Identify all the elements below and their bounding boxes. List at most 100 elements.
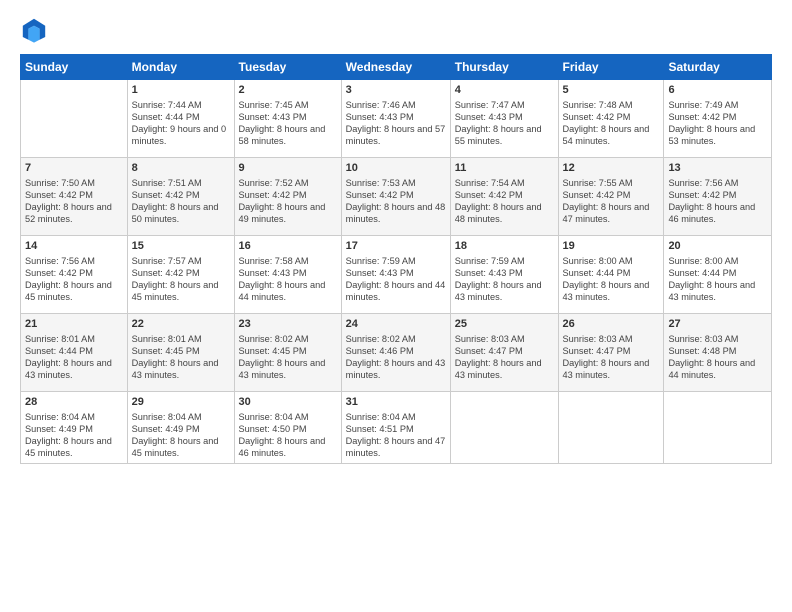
- day-number: 13: [668, 161, 767, 176]
- day-number: 1: [132, 83, 230, 98]
- day-number: 21: [25, 317, 123, 332]
- col-header-thursday: Thursday: [450, 55, 558, 80]
- calendar-cell: 1Sunrise: 7:44 AM Sunset: 4:44 PM Daylig…: [127, 80, 234, 158]
- col-header-saturday: Saturday: [664, 55, 772, 80]
- cell-data: Sunrise: 7:57 AM Sunset: 4:42 PM Dayligh…: [132, 255, 230, 304]
- day-number: 25: [455, 317, 554, 332]
- header-row: SundayMondayTuesdayWednesdayThursdayFrid…: [21, 55, 772, 80]
- day-number: 16: [239, 239, 337, 254]
- day-number: 4: [455, 83, 554, 98]
- day-number: 27: [668, 317, 767, 332]
- cell-data: Sunrise: 8:00 AM Sunset: 4:44 PM Dayligh…: [668, 255, 767, 304]
- week-row-2: 14Sunrise: 7:56 AM Sunset: 4:42 PM Dayli…: [21, 236, 772, 314]
- calendar-cell: 24Sunrise: 8:02 AM Sunset: 4:46 PM Dayli…: [341, 314, 450, 392]
- cell-data: Sunrise: 7:54 AM Sunset: 4:42 PM Dayligh…: [455, 177, 554, 226]
- cell-data: Sunrise: 7:58 AM Sunset: 4:43 PM Dayligh…: [239, 255, 337, 304]
- calendar-cell: 11Sunrise: 7:54 AM Sunset: 4:42 PM Dayli…: [450, 158, 558, 236]
- cell-data: Sunrise: 7:48 AM Sunset: 4:42 PM Dayligh…: [563, 99, 660, 148]
- cell-data: Sunrise: 7:53 AM Sunset: 4:42 PM Dayligh…: [346, 177, 446, 226]
- day-number: 23: [239, 317, 337, 332]
- calendar-cell: 19Sunrise: 8:00 AM Sunset: 4:44 PM Dayli…: [558, 236, 664, 314]
- calendar-cell: [558, 392, 664, 464]
- col-header-tuesday: Tuesday: [234, 55, 341, 80]
- day-number: 26: [563, 317, 660, 332]
- calendar-table: SundayMondayTuesdayWednesdayThursdayFrid…: [20, 54, 772, 464]
- cell-data: Sunrise: 8:02 AM Sunset: 4:45 PM Dayligh…: [239, 333, 337, 382]
- calendar-cell: 25Sunrise: 8:03 AM Sunset: 4:47 PM Dayli…: [450, 314, 558, 392]
- cell-data: Sunrise: 8:01 AM Sunset: 4:45 PM Dayligh…: [132, 333, 230, 382]
- day-number: 28: [25, 395, 123, 410]
- day-number: 29: [132, 395, 230, 410]
- cell-data: Sunrise: 8:04 AM Sunset: 4:49 PM Dayligh…: [25, 411, 123, 460]
- week-row-0: 1Sunrise: 7:44 AM Sunset: 4:44 PM Daylig…: [21, 80, 772, 158]
- day-number: 30: [239, 395, 337, 410]
- cell-data: Sunrise: 8:04 AM Sunset: 4:50 PM Dayligh…: [239, 411, 337, 460]
- cell-data: Sunrise: 8:04 AM Sunset: 4:49 PM Dayligh…: [132, 411, 230, 460]
- cell-data: Sunrise: 7:59 AM Sunset: 4:43 PM Dayligh…: [455, 255, 554, 304]
- calendar-cell: 21Sunrise: 8:01 AM Sunset: 4:44 PM Dayli…: [21, 314, 128, 392]
- calendar-cell: [21, 80, 128, 158]
- day-number: 7: [25, 161, 123, 176]
- cell-data: Sunrise: 7:55 AM Sunset: 4:42 PM Dayligh…: [563, 177, 660, 226]
- cell-data: Sunrise: 7:46 AM Sunset: 4:43 PM Dayligh…: [346, 99, 446, 148]
- cell-data: Sunrise: 7:59 AM Sunset: 4:43 PM Dayligh…: [346, 255, 446, 304]
- calendar-cell: 8Sunrise: 7:51 AM Sunset: 4:42 PM Daylig…: [127, 158, 234, 236]
- day-number: 24: [346, 317, 446, 332]
- day-number: 14: [25, 239, 123, 254]
- day-number: 9: [239, 161, 337, 176]
- day-number: 5: [563, 83, 660, 98]
- day-number: 19: [563, 239, 660, 254]
- calendar-cell: 16Sunrise: 7:58 AM Sunset: 4:43 PM Dayli…: [234, 236, 341, 314]
- calendar-cell: 10Sunrise: 7:53 AM Sunset: 4:42 PM Dayli…: [341, 158, 450, 236]
- calendar-cell: 22Sunrise: 8:01 AM Sunset: 4:45 PM Dayli…: [127, 314, 234, 392]
- cell-data: Sunrise: 7:49 AM Sunset: 4:42 PM Dayligh…: [668, 99, 767, 148]
- day-number: 6: [668, 83, 767, 98]
- cell-data: Sunrise: 8:04 AM Sunset: 4:51 PM Dayligh…: [346, 411, 446, 460]
- cell-data: Sunrise: 8:00 AM Sunset: 4:44 PM Dayligh…: [563, 255, 660, 304]
- cell-data: Sunrise: 7:44 AM Sunset: 4:44 PM Dayligh…: [132, 99, 230, 148]
- cell-data: Sunrise: 7:56 AM Sunset: 4:42 PM Dayligh…: [25, 255, 123, 304]
- page: SundayMondayTuesdayWednesdayThursdayFrid…: [0, 0, 792, 612]
- calendar-cell: 17Sunrise: 7:59 AM Sunset: 4:43 PM Dayli…: [341, 236, 450, 314]
- day-number: 22: [132, 317, 230, 332]
- calendar-cell: 27Sunrise: 8:03 AM Sunset: 4:48 PM Dayli…: [664, 314, 772, 392]
- day-number: 11: [455, 161, 554, 176]
- day-number: 18: [455, 239, 554, 254]
- cell-data: Sunrise: 8:02 AM Sunset: 4:46 PM Dayligh…: [346, 333, 446, 382]
- calendar-cell: 20Sunrise: 8:00 AM Sunset: 4:44 PM Dayli…: [664, 236, 772, 314]
- col-header-friday: Friday: [558, 55, 664, 80]
- cell-data: Sunrise: 8:03 AM Sunset: 4:47 PM Dayligh…: [563, 333, 660, 382]
- calendar-cell: [450, 392, 558, 464]
- day-number: 31: [346, 395, 446, 410]
- day-number: 8: [132, 161, 230, 176]
- calendar-cell: 2Sunrise: 7:45 AM Sunset: 4:43 PM Daylig…: [234, 80, 341, 158]
- cell-data: Sunrise: 8:03 AM Sunset: 4:48 PM Dayligh…: [668, 333, 767, 382]
- day-number: 12: [563, 161, 660, 176]
- day-number: 10: [346, 161, 446, 176]
- calendar-cell: 9Sunrise: 7:52 AM Sunset: 4:42 PM Daylig…: [234, 158, 341, 236]
- calendar-cell: [664, 392, 772, 464]
- cell-data: Sunrise: 7:47 AM Sunset: 4:43 PM Dayligh…: [455, 99, 554, 148]
- calendar-cell: 4Sunrise: 7:47 AM Sunset: 4:43 PM Daylig…: [450, 80, 558, 158]
- header: [20, 16, 772, 44]
- calendar-cell: 29Sunrise: 8:04 AM Sunset: 4:49 PM Dayli…: [127, 392, 234, 464]
- day-number: 3: [346, 83, 446, 98]
- calendar-cell: 7Sunrise: 7:50 AM Sunset: 4:42 PM Daylig…: [21, 158, 128, 236]
- calendar-cell: 3Sunrise: 7:46 AM Sunset: 4:43 PM Daylig…: [341, 80, 450, 158]
- day-number: 15: [132, 239, 230, 254]
- week-row-1: 7Sunrise: 7:50 AM Sunset: 4:42 PM Daylig…: [21, 158, 772, 236]
- week-row-4: 28Sunrise: 8:04 AM Sunset: 4:49 PM Dayli…: [21, 392, 772, 464]
- calendar-cell: 6Sunrise: 7:49 AM Sunset: 4:42 PM Daylig…: [664, 80, 772, 158]
- logo-icon: [20, 16, 48, 44]
- day-number: 17: [346, 239, 446, 254]
- col-header-wednesday: Wednesday: [341, 55, 450, 80]
- cell-data: Sunrise: 7:52 AM Sunset: 4:42 PM Dayligh…: [239, 177, 337, 226]
- calendar-cell: 15Sunrise: 7:57 AM Sunset: 4:42 PM Dayli…: [127, 236, 234, 314]
- cell-data: Sunrise: 8:03 AM Sunset: 4:47 PM Dayligh…: [455, 333, 554, 382]
- col-header-monday: Monday: [127, 55, 234, 80]
- cell-data: Sunrise: 7:51 AM Sunset: 4:42 PM Dayligh…: [132, 177, 230, 226]
- cell-data: Sunrise: 7:56 AM Sunset: 4:42 PM Dayligh…: [668, 177, 767, 226]
- col-header-sunday: Sunday: [21, 55, 128, 80]
- day-number: 2: [239, 83, 337, 98]
- calendar-cell: 13Sunrise: 7:56 AM Sunset: 4:42 PM Dayli…: [664, 158, 772, 236]
